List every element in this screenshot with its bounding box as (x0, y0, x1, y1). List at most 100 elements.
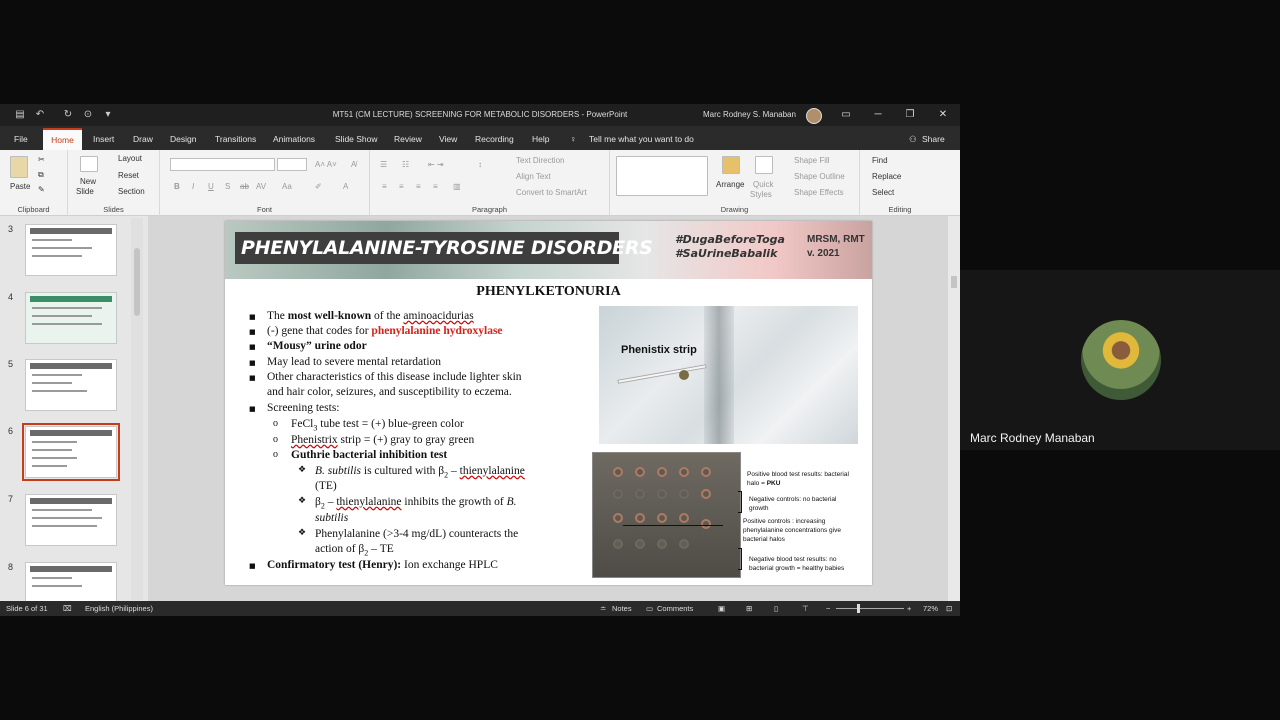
close-icon[interactable]: ✕ (933, 107, 953, 123)
shape-effects-button[interactable]: Shape Effects (794, 188, 844, 197)
slide-sorter-icon[interactable]: ⊞ (746, 604, 752, 613)
tab-home[interactable]: Home (43, 128, 82, 150)
align-text-button[interactable]: Align Text (516, 172, 551, 181)
convert-smartart-button[interactable]: Convert to SmartArt (516, 188, 587, 197)
normal-view-icon[interactable]: ▣ (718, 604, 725, 613)
select-button[interactable]: Select (872, 188, 894, 197)
copy-icon[interactable]: ⧉ (38, 170, 44, 180)
font-color-icon[interactable]: A (343, 182, 348, 191)
justify-icon[interactable]: ≡ (433, 182, 438, 191)
share-button[interactable]: Share (922, 134, 945, 144)
bullets-icon[interactable]: ☰ (380, 160, 387, 169)
ribbon-display-icon[interactable]: ▭ (836, 107, 856, 123)
highlight-icon[interactable]: ✐ (315, 182, 322, 191)
slides-group: New Slide Layout Reset Section Slides (68, 150, 160, 216)
indent-icon[interactable]: ⇤ ⇥ (428, 160, 444, 169)
quick-styles-icon[interactable] (755, 156, 773, 174)
columns-icon[interactable]: ▥ (453, 182, 461, 191)
slide-thumbnail-6[interactable] (22, 423, 120, 481)
tab-transitions[interactable]: Transitions (215, 134, 256, 144)
spellcheck-icon[interactable]: ⌧ (63, 604, 72, 613)
tab-recording[interactable]: Recording (475, 134, 514, 144)
align-left-icon[interactable]: ≡ (382, 182, 387, 191)
participant-tile[interactable]: Marc Rodney Manaban (960, 270, 1280, 450)
editor-scrollbar[interactable] (948, 216, 960, 601)
slide-thumbnail-5[interactable] (25, 359, 117, 411)
font-name-select[interactable] (170, 158, 275, 171)
cut-icon[interactable]: ✂ (38, 155, 45, 164)
find-button[interactable]: Find (872, 156, 888, 165)
reading-view-icon[interactable]: ▯ (774, 604, 778, 613)
paste-icon[interactable] (10, 156, 28, 178)
clear-format-icon[interactable]: A̸ (351, 160, 356, 169)
new-slide-button[interactable]: New (80, 177, 96, 186)
tab-review[interactable]: Review (394, 134, 422, 144)
zoom-slider-thumb[interactable] (857, 604, 860, 613)
tab-help[interactable]: Help (532, 134, 549, 144)
user-avatar[interactable] (806, 108, 822, 124)
tab-draw[interactable]: Draw (133, 134, 153, 144)
text-direction-button[interactable]: Text Direction (516, 156, 564, 165)
underline-icon[interactable]: U (208, 182, 214, 191)
new-slide-label2[interactable]: Slide (76, 187, 94, 196)
new-slide-icon[interactable] (80, 156, 98, 172)
tab-insert[interactable]: Insert (93, 134, 114, 144)
slide-thumbnails-pane: 3 4 5 6 7 8 (0, 216, 146, 614)
slide-thumbnail-7[interactable] (25, 494, 117, 546)
shape-fill-button[interactable]: Shape Fill (794, 156, 830, 165)
tab-animations[interactable]: Animations (273, 134, 315, 144)
grow-font-icon[interactable]: A˄ A˅ (315, 160, 337, 169)
line-spacing-icon[interactable]: ↕ (478, 160, 482, 169)
font-size-select[interactable] (277, 158, 307, 171)
shadow-icon[interactable]: S (225, 182, 230, 191)
italic-icon[interactable]: I (192, 182, 194, 191)
strikethrough-icon[interactable]: ab (240, 182, 249, 191)
comments-button[interactable]: Comments (657, 604, 693, 613)
minimize-icon[interactable]: ─ (868, 107, 888, 123)
arrange-button[interactable]: Arrange (716, 180, 744, 189)
slideshow-icon[interactable]: ⊤ (802, 604, 809, 613)
slide-thumbnail-4[interactable] (25, 292, 117, 344)
layout-button[interactable]: Layout (118, 154, 142, 163)
tert-bullet-3: Phenylalanine (>3-4 mg/dL) counteracts t… (315, 528, 519, 540)
section-button[interactable]: Section (118, 187, 145, 196)
maximize-icon[interactable]: ❐ (900, 107, 920, 123)
thumbnails-scrollbar[interactable] (131, 218, 143, 600)
fit-slide-icon[interactable]: ⊡ (946, 604, 952, 613)
change-case-icon[interactable]: Aa (282, 182, 292, 191)
user-name[interactable]: Marc Rodney S. Manaban (703, 110, 796, 119)
notes-icon[interactable]: ≐ (600, 604, 606, 613)
tert-bullet-1b: (TE) (315, 480, 337, 492)
bold-icon[interactable]: B (174, 182, 180, 191)
slide-canvas[interactable]: PHENYLALANINE-TYROSINE DISORDERS #DugaBe… (225, 221, 872, 585)
tab-view[interactable]: View (439, 134, 457, 144)
char-spacing-icon[interactable]: AV (256, 182, 266, 191)
format-painter-icon[interactable]: ✎ (38, 185, 45, 194)
share-icon[interactable]: ⚇ (909, 134, 917, 145)
tab-design[interactable]: Design (170, 134, 196, 144)
quick-styles-button[interactable]: Quick (753, 180, 773, 189)
align-center-icon[interactable]: ≡ (399, 182, 404, 191)
zoom-level[interactable]: 72% (923, 604, 938, 613)
quick-styles-label2[interactable]: Styles (750, 190, 772, 199)
replace-button[interactable]: Replace (872, 172, 901, 181)
tab-slide-show[interactable]: Slide Show (335, 134, 378, 144)
zoom-out-icon[interactable]: − (826, 604, 830, 613)
reset-button[interactable]: Reset (118, 171, 139, 180)
arrange-icon[interactable] (722, 156, 740, 174)
numbering-icon[interactable]: ☷ (402, 160, 409, 169)
language-indicator[interactable]: English (Philippines) (85, 604, 153, 613)
align-right-icon[interactable]: ≡ (416, 182, 421, 191)
tell-me-search[interactable]: Tell me what you want to do (589, 134, 694, 144)
notes-button[interactable]: Notes (612, 604, 632, 613)
zoom-in-icon[interactable]: + (907, 604, 911, 613)
hashtag-1: #DugaBeforeToga (675, 233, 785, 246)
comments-icon[interactable]: ▭ (646, 604, 653, 613)
banner-title-box: PHENYLALANINE-TYROSINE DISORDERS (235, 232, 653, 264)
shapes-gallery[interactable] (616, 156, 708, 196)
slide-thumbnail-3[interactable] (25, 224, 117, 276)
shape-outline-button[interactable]: Shape Outline (794, 172, 845, 181)
tab-file[interactable]: File (14, 134, 28, 144)
zoom-slider[interactable] (836, 608, 904, 609)
paste-button[interactable]: Paste (10, 182, 30, 191)
